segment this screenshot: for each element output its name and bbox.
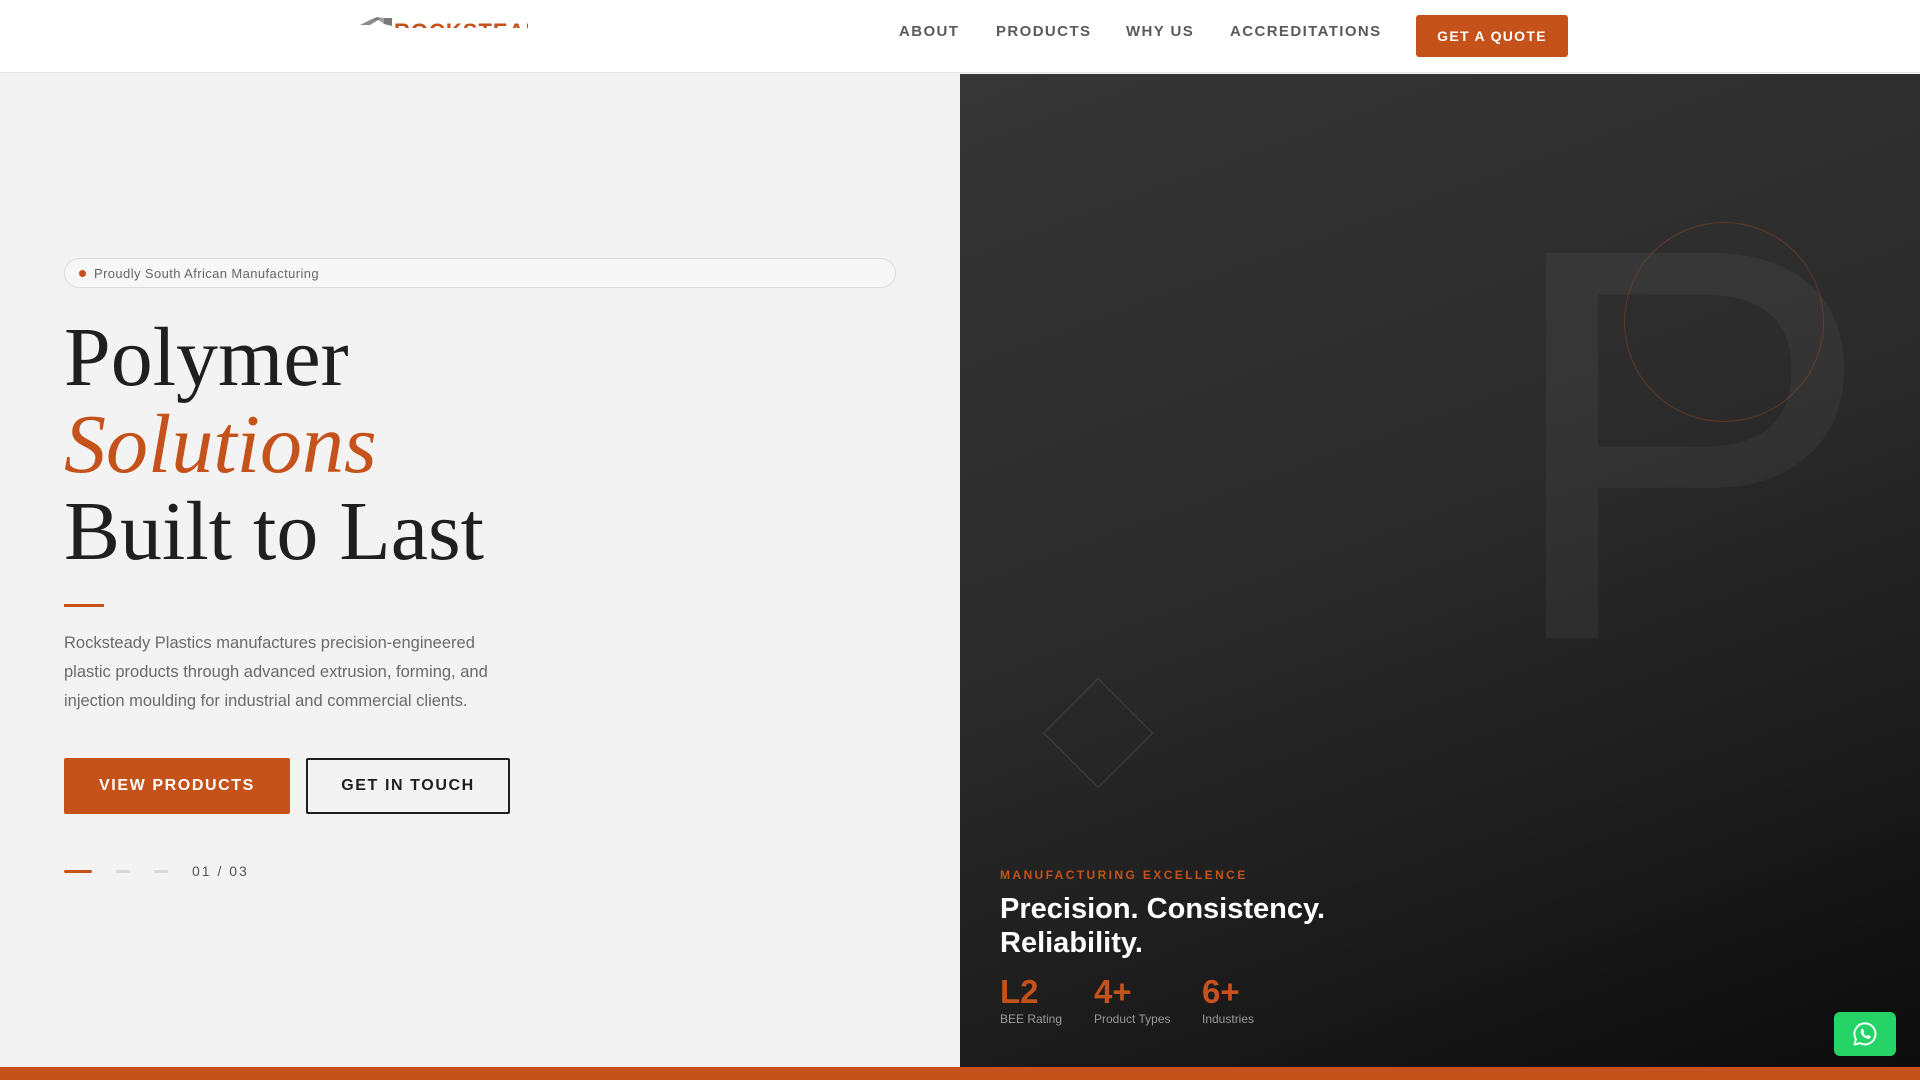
nav-link-about[interactable]: ABOUT [899, 23, 959, 40]
nav-link-why-us[interactable]: WHY US [1126, 23, 1194, 40]
slide-indicator-3[interactable] [154, 870, 168, 873]
hero-feature-panel: P MANUFACTURING EXCELLENCE Precision. Co… [960, 74, 1920, 1067]
slide-indicator-2[interactable] [116, 870, 130, 873]
nav-link-accreditations[interactable]: ACCREDITATIONS [1230, 23, 1382, 40]
hero-description: Rocksteady Plastics manufactures precisi… [64, 634, 488, 710]
stat-bee-rating: L2 BEE Rating [1000, 973, 1063, 1027]
decorative-diamond [1042, 677, 1154, 789]
slide-indicator-1[interactable] [64, 870, 92, 873]
bottom-accent-bar [0, 1067, 1920, 1080]
get-in-touch-button[interactable]: GET IN TOUCH [306, 758, 510, 814]
logo-wordmark: ROCKSTEADY [394, 19, 528, 28]
stat-value: L2 [1000, 973, 1039, 1010]
badge-dot-icon [79, 269, 86, 277]
view-products-button[interactable]: VIEW PRODUCTS [64, 758, 290, 814]
stat-industries: 6+ Industries [1202, 973, 1255, 1027]
stat-product-types: 4+ Product Types [1094, 973, 1171, 1027]
site-logo[interactable]: ROCKSTEADY [358, 14, 528, 28]
feature-eyebrow: MANUFACTURING EXCELLENCE [1000, 868, 1248, 882]
stat-label: Industries [1202, 1012, 1255, 1026]
origin-badge: Proudly South African Manufacturing [64, 258, 896, 288]
stat-value: 4+ [1094, 973, 1132, 1010]
stat-label: BEE Rating [1000, 1012, 1063, 1026]
whatsapp-button[interactable] [1834, 1012, 1896, 1056]
top-navigation: ROCKSTEADY ABOUT PRODUCTS WHY US ACCREDI… [0, 0, 1920, 73]
whatsapp-icon [1853, 1022, 1877, 1046]
stat-label: Product Types [1094, 1012, 1171, 1026]
headline-line-3: Built to Last [64, 485, 484, 578]
badge-text: Proudly South African Manufacturing [94, 265, 320, 281]
feature-tagline: Precision. Consistency. Reliability. [1000, 893, 1326, 959]
headline-line-1: Polymer [64, 311, 349, 404]
hero-content: Proudly South African Manufacturing Poly… [0, 74, 960, 1067]
headline-line-2: Solutions [64, 398, 377, 491]
nav-link-products[interactable]: PRODUCTS [996, 23, 1091, 40]
logo-mark-icon [358, 14, 394, 28]
stat-value: 6+ [1202, 973, 1240, 1010]
decorative-ring [1624, 222, 1824, 422]
slide-counter: 01 / 03 [192, 863, 249, 879]
get-a-quote-button[interactable]: GET A QUOTE [1416, 15, 1568, 57]
accent-divider [64, 604, 104, 607]
